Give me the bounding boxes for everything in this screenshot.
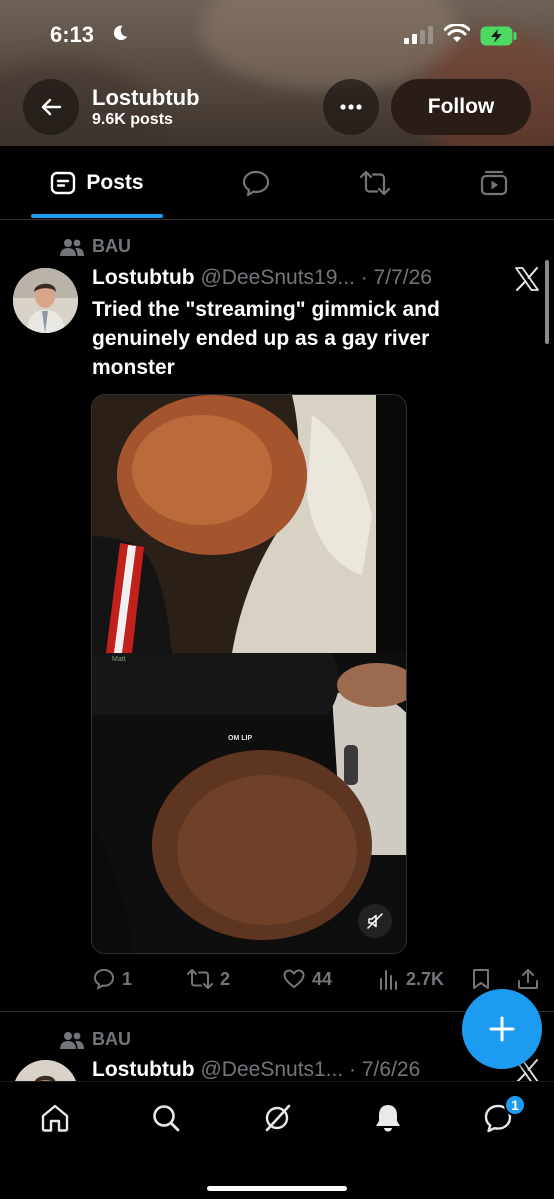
video-thumbnail: Matt OM LIP [92,395,406,953]
avatar-photo [13,268,78,333]
post-header: Lostubtub @DeeSnuts19... · 7/7/26 [92,266,432,290]
back-button[interactable] [23,79,79,135]
like-count: 44 [312,968,333,989]
mute-button[interactable] [358,904,392,938]
profile-name: Lostubtub [92,85,200,110]
repost-button[interactable]: 2 [186,962,230,996]
post-2-clip: Lostubtub @DeeSnuts1... · 7/6/26 [0,1055,554,1081]
media-icon [480,170,508,196]
author-handle-date[interactable]: @DeeSnuts1... · 7/6/26 [200,1058,420,1081]
scrollbar[interactable] [545,260,549,344]
status-time: 6:13 [50,22,95,47]
notifications-icon [376,1105,400,1132]
status-bar: 6:13 [0,0,554,72]
svg-text:Matt: Matt [112,656,126,663]
home-icon [41,1104,69,1132]
community-icon [60,1031,84,1049]
bookmark-icon [473,969,489,989]
author-name[interactable]: Lostubtub [92,266,195,289]
avatar[interactable] [13,268,78,333]
post-video[interactable]: Matt OM LIP [91,394,407,954]
video-overlay-text: OM LIP [228,735,252,742]
more-options-button[interactable] [323,79,379,135]
plus-icon [489,1016,515,1042]
grok-icon [265,1104,291,1132]
tab-replies[interactable] [226,146,286,220]
bottom-nav: 1 [0,1081,554,1199]
avatar[interactable] [13,1060,78,1081]
back-arrow-icon [41,98,62,116]
signal-icon [404,26,433,44]
nav-search[interactable] [146,1098,186,1138]
home-indicator[interactable] [207,1186,347,1191]
reposts-icon [359,170,391,196]
share-icon [518,969,538,989]
social-context[interactable]: BAU [60,1029,131,1050]
x-logo-icon[interactable] [514,266,540,292]
view-count: 2.7K [406,968,445,989]
follow-button[interactable]: Follow [391,79,531,135]
author-handle-date[interactable]: @DeeSnuts19... · 7/7/26 [200,266,431,289]
like-button[interactable]: 44 [282,962,332,996]
reply-icon [93,968,115,990]
messages-badge: 1 [504,1094,526,1116]
repost-icon [187,969,213,989]
views-icon [380,970,397,990]
reply-button[interactable]: 1 [92,962,132,996]
tab-media[interactable] [464,146,524,220]
tab-posts-label: Posts [86,171,144,194]
reply-count: 1 [122,968,133,989]
share-button[interactable] [516,962,540,996]
more-icon [340,104,362,110]
author-name[interactable]: Lostubtub [92,1058,195,1081]
replies-icon [242,170,270,197]
repost-count: 2 [220,968,231,989]
heart-icon [283,969,305,988]
community-icon [60,238,84,256]
compose-button[interactable] [462,989,542,1069]
wifi-icon [444,24,470,42]
post-count: 9.6K posts [92,111,173,128]
moon-icon [113,25,128,41]
selected-tab-indicator [31,214,163,218]
profile-tabs: Posts [0,146,554,220]
nav-home[interactable] [35,1098,75,1138]
post-actions: 1 2 44 2.7K [92,962,544,996]
nav-grok[interactable] [257,1098,297,1138]
tab-posts[interactable]: Posts [30,146,164,220]
battery-icon [480,26,517,46]
post-header: Lostubtub @DeeSnuts1... · 7/6/26 [92,1058,420,1081]
nav-notifications[interactable] [368,1098,408,1138]
post-text: Tried the "streaming" gimmick and genuin… [92,298,440,379]
search-icon [153,1105,180,1132]
tab-reposts[interactable] [345,146,405,220]
avatar-photo [13,1060,78,1081]
views-button[interactable]: 2.7K [378,962,444,996]
posts-icon [51,171,76,195]
social-context[interactable]: BAU [60,236,131,257]
muted-speaker-icon [367,913,383,929]
